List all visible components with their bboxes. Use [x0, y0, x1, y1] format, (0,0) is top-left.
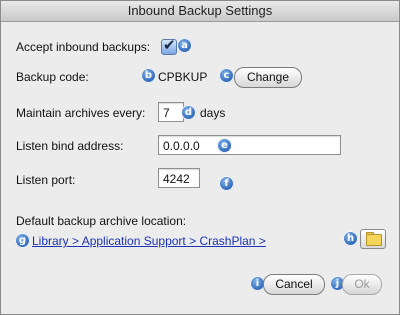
- callout-badge-f: f: [219, 176, 234, 191]
- archive-location-label: Default backup archive location:: [16, 214, 187, 228]
- cancel-button[interactable]: Cancel: [263, 274, 325, 295]
- choose-folder-button[interactable]: [360, 229, 386, 249]
- days-unit-label: days: [200, 106, 226, 120]
- change-code-button[interactable]: Change: [234, 67, 302, 88]
- callout-badge-e: e: [217, 138, 232, 153]
- callout-badge-d: d: [181, 105, 196, 120]
- window-title: Inbound Backup Settings: [1, 1, 399, 22]
- inbound-backup-settings-window: Inbound Backup Settings Accept inbound b…: [0, 0, 400, 315]
- bind-address-field[interactable]: 0.0.0.0: [158, 135, 341, 155]
- backup-code-value: CPBKUP: [158, 70, 208, 84]
- accept-inbound-label: Accept inbound backups:: [16, 40, 151, 54]
- callout-badge-a: a: [177, 38, 192, 53]
- ok-button[interactable]: Ok: [342, 274, 382, 295]
- checkmark-icon: ✔: [163, 36, 176, 54]
- callout-badge-b: b: [141, 68, 156, 83]
- backup-code-label: Backup code:: [16, 70, 89, 84]
- bind-address-label: Listen bind address:: [16, 139, 124, 153]
- callout-badge-h: h: [343, 231, 358, 246]
- accept-inbound-checkbox[interactable]: ✔: [161, 36, 177, 55]
- maintain-archives-label: Maintain archives every:: [16, 106, 146, 120]
- callout-badge-c: c: [219, 68, 234, 83]
- folder-icon: [366, 234, 382, 246]
- listen-port-field[interactable]: 4242: [158, 168, 200, 188]
- archive-path-link[interactable]: Library > Application Support > CrashPla…: [32, 234, 266, 248]
- callout-badge-g: g: [15, 233, 30, 248]
- listen-port-label: Listen port:: [16, 173, 76, 187]
